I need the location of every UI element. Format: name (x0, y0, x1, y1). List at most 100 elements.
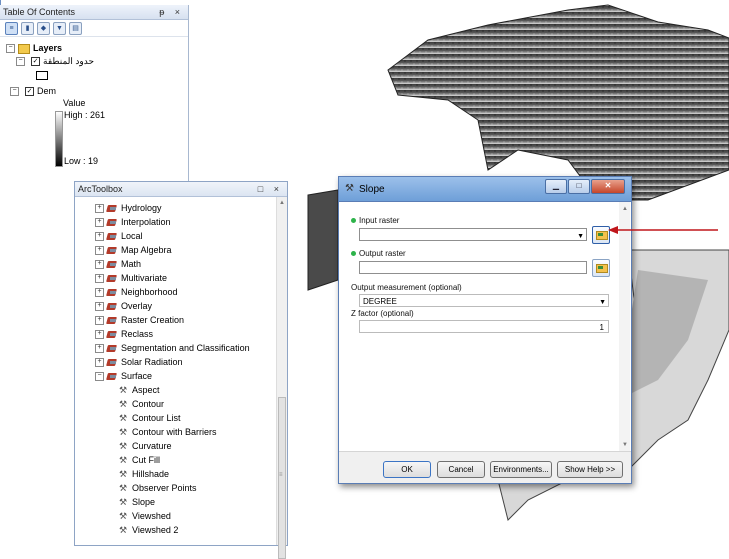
dialog-title-bar[interactable]: ⚒ Slope ▁ □ ✕ (339, 177, 631, 202)
toolset-item[interactable]: + Segmentation and Classification (95, 341, 250, 355)
expand-icon[interactable]: + (95, 218, 104, 228)
scroll-up-icon[interactable]: ▲ (622, 206, 628, 212)
list-by-selection-icon[interactable]: ▼ (53, 21, 66, 35)
toolbox-tree: + Hydrology + Interpolation + Local + Map Al… (75, 197, 277, 545)
tool-item[interactable]: ⚒ Aspect (119, 383, 160, 397)
legend-color-ramp (55, 111, 63, 167)
toolset-item[interactable]: + Solar Radiation (95, 355, 183, 369)
tool-label: Slope (132, 497, 156, 507)
toolset-label: Reclass (121, 329, 154, 339)
tool-item[interactable]: ⚒ Viewshed 2 (119, 523, 178, 537)
dropdown-arrow-icon[interactable]: ▼ (599, 296, 606, 309)
hammer-icon: ⚒ (119, 385, 128, 395)
boundary-layer-row[interactable]: − ✓ حدود المنطقة (16, 55, 94, 67)
toolset-item[interactable]: + Multivariate (95, 271, 167, 285)
toolset-icon (107, 358, 118, 367)
expand-icon[interactable]: + (95, 232, 104, 242)
cancel-button[interactable]: Cancel (437, 461, 485, 478)
toolset-label: Interpolation (121, 217, 171, 227)
dialog-scrollbar[interactable]: ▲ ▼ (619, 202, 630, 452)
close-icon[interactable]: × (175, 7, 184, 17)
tool-item[interactable]: ⚒ Hillshade (119, 467, 169, 481)
maximize-button[interactable]: □ (568, 179, 590, 194)
toolset-item-surface[interactable]: − Surface (95, 369, 152, 383)
toc-title: Table Of Contents (3, 7, 76, 17)
expand-icon[interactable]: + (95, 358, 104, 368)
minimize-button[interactable]: ▁ (545, 179, 567, 194)
expand-icon[interactable]: + (95, 274, 104, 284)
restore-icon[interactable]: □ (258, 184, 267, 194)
toolset-label: Segmentation and Classification (121, 343, 250, 353)
toolbox-scrollbar[interactable]: ▲ ≡ (276, 197, 287, 559)
tool-label: Cut Fill (132, 455, 161, 465)
hammer-icon: ⚒ (119, 525, 128, 535)
tool-item[interactable]: ⚒ Contour (119, 397, 164, 411)
zfactor-field[interactable]: 1 (359, 320, 609, 333)
tool-item[interactable]: ⚒ Contour with Barriers (119, 425, 217, 439)
toolset-label: Neighborhood (121, 287, 178, 297)
tool-item[interactable]: ⚒ Curvature (119, 439, 172, 453)
toolset-icon (107, 288, 118, 297)
toolset-item[interactable]: + Neighborhood (95, 285, 178, 299)
expand-icon[interactable]: + (95, 330, 104, 340)
toolset-item[interactable]: + Math (95, 257, 141, 271)
collapse-icon[interactable]: − (10, 87, 19, 97)
boundary-symbol[interactable] (36, 69, 48, 81)
scroll-up-icon[interactable]: ▲ (279, 200, 285, 206)
close-icon[interactable]: × (274, 184, 283, 194)
slope-dialog: ⚒ Slope ▁ □ ✕ Input raster ▼ Output rast… (338, 176, 632, 484)
toolset-label: Hydrology (121, 203, 162, 213)
list-by-visibility-icon[interactable]: ◆ (37, 21, 50, 35)
input-raster-label-text: Input raster (359, 216, 400, 225)
tool-item[interactable]: ⚒ Viewshed (119, 509, 171, 523)
dialog-footer: OK Cancel Environments... Show Help >> (339, 451, 631, 483)
scroll-down-icon[interactable]: ▼ (622, 442, 628, 448)
input-raster-label: Input raster (351, 216, 399, 225)
hammer-icon: ⚒ (119, 497, 128, 507)
layer-checkbox[interactable]: ✓ (25, 87, 34, 97)
tool-item[interactable]: ⚒ Observer Points (119, 481, 197, 495)
toolbox-title: ArcToolbox (78, 184, 123, 194)
toolset-item[interactable]: + Map Algebra (95, 243, 172, 257)
tool-item[interactable]: ⚒ Contour List (119, 411, 181, 425)
output-browse-button[interactable] (592, 259, 610, 277)
expand-icon[interactable]: + (95, 260, 104, 270)
collapse-icon[interactable]: − (6, 44, 15, 54)
expand-icon[interactable]: + (95, 246, 104, 256)
toolset-label: Map Algebra (121, 245, 172, 255)
pin-icon[interactable]: ᵽ (159, 7, 168, 17)
options-icon[interactable]: ▤ (69, 21, 82, 35)
input-raster-dropdown[interactable]: ▼ (359, 228, 587, 241)
toolset-item[interactable]: + Overlay (95, 299, 152, 313)
expand-icon[interactable]: + (95, 204, 104, 214)
tool-label: Contour with Barriers (132, 427, 217, 437)
expand-icon[interactable]: + (95, 288, 104, 298)
measurement-dropdown[interactable]: DEGREE ▼ (359, 294, 609, 307)
tool-item-slope[interactable]: ⚒ Slope (119, 495, 155, 509)
expand-icon[interactable]: + (95, 302, 104, 312)
ok-button[interactable]: OK (383, 461, 431, 478)
toolset-item[interactable]: + Reclass (95, 327, 153, 341)
output-raster-field[interactable] (359, 261, 587, 274)
environments-button[interactable]: Environments... (490, 461, 552, 478)
collapse-icon[interactable]: − (95, 372, 104, 382)
dropdown-arrow-icon[interactable]: ▼ (577, 230, 584, 243)
collapse-icon[interactable]: − (16, 57, 25, 67)
close-button[interactable]: ✕ (591, 179, 625, 194)
output-raster-label: Output raster (351, 249, 406, 258)
layer-checkbox[interactable]: ✓ (31, 57, 40, 67)
toolset-item[interactable]: + Hydrology (95, 201, 162, 215)
expand-icon[interactable]: + (95, 316, 104, 326)
dem-layer-row[interactable]: − ✓ Dem (10, 85, 56, 97)
toolset-item[interactable]: + Interpolation (95, 215, 171, 229)
scrollbar-thumb[interactable] (278, 397, 286, 559)
list-by-source-icon[interactable]: ▮ (21, 21, 34, 35)
tool-item[interactable]: ⚒ Cut Fill (119, 453, 160, 467)
toolset-item[interactable]: + Local (95, 229, 143, 243)
toolset-item[interactable]: + Raster Creation (95, 313, 184, 327)
layers-row[interactable]: − Layers (6, 42, 62, 54)
show-help-button[interactable]: Show Help >> (557, 461, 623, 478)
tool-label: Contour List (132, 413, 181, 423)
list-by-drawing-order-icon[interactable]: ≡ (5, 21, 18, 35)
expand-icon[interactable]: + (95, 344, 104, 354)
